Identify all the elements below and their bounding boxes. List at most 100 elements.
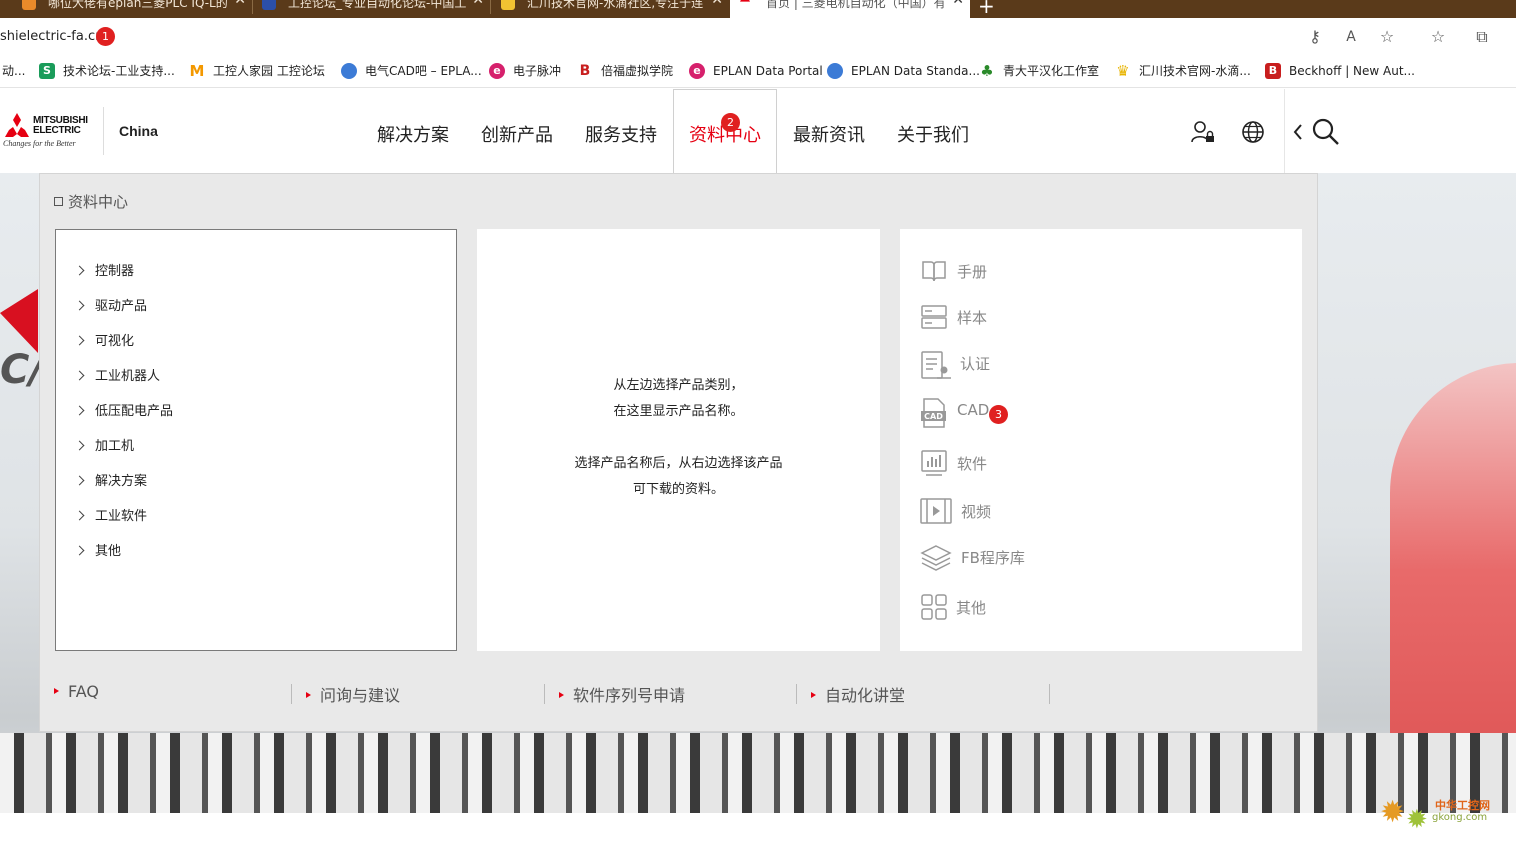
resource-type-panel: 手册 样本 认证 CAD CAD 3 软件 视频 FB程序库 其他 [900,229,1302,651]
search-icon[interactable] [1311,117,1341,147]
hero-machine-strip [0,733,1516,813]
bookmark-item[interactable]: 电气CAD吧 – EPLA... [341,63,482,79]
hint-text: 选择产品名称后，从右边选择该产品 [574,456,783,471]
tab-favicon-icon [22,0,36,10]
hero-red-shape [0,289,38,353]
nav-item-products[interactable]: 创新产品 [481,121,553,147]
category-item[interactable]: 工业软件 [74,505,147,524]
add-favorite-icon[interactable]: ☆ [1377,27,1397,47]
bookmark-item[interactable]: B Beckhoff | New Aut... [1265,63,1415,79]
chevron-left-icon[interactable] [1292,122,1304,142]
footer-divider [544,684,545,704]
tab-title: 哪位大佬有eplan三菱PLC IQ-L的 [48,0,228,10]
close-tab-icon[interactable]: ✕ [952,0,964,7]
svg-text:CAD: CAD [924,412,943,421]
page-bottom-area [0,813,1516,850]
chevron-right-icon [74,265,85,276]
bookmark-e-icon: e [489,63,505,79]
bookmark-item[interactable]: S 技术论坛-工业支持... [39,63,175,79]
favorites-icon[interactable]: ☆ [1428,27,1448,47]
category-item[interactable]: 驱动产品 [74,295,147,314]
gear-icon: ✹ [1406,805,1428,835]
annotation-badge: 1 [96,27,115,46]
bookmark-item[interactable]: EPLAN Data Standa... [827,63,980,79]
bookmark-item[interactable]: ♛ 汇川技术官网-水滴... [1115,63,1251,79]
category-item[interactable]: 工业机器人 [74,365,160,384]
read-aloud-icon[interactable]: A [1341,27,1361,47]
chevron-right-icon [74,510,85,521]
category-item[interactable]: 解决方案 [74,470,147,489]
hint-text: 从左边选择产品类别， [613,378,744,393]
region-label[interactable]: China [119,123,158,139]
certificate-icon [921,351,951,379]
bookmark-item[interactable]: 动... [2,63,25,79]
bookmark-item[interactable]: e EPLAN Data Portal [689,63,823,79]
new-tab-button[interactable]: + [978,0,995,18]
red-triangle-icon [811,692,816,698]
chevron-right-icon [74,475,85,486]
bookmark-globe-icon [827,63,843,79]
bookmark-item[interactable]: M 工控人家园 工控论坛 [189,63,325,79]
user-login-icon[interactable] [1190,119,1216,145]
red-triangle-icon [559,692,564,698]
hint-text: 在这里显示产品名称。 [613,404,744,419]
video-icon [920,498,952,524]
nav-item-about[interactable]: 关于我们 [897,121,969,147]
annotation-badge: 2 [721,113,740,132]
tab-title: 汇川技术官网-水滴社区,专注于连 [527,0,704,10]
bookmark-m-icon: M [189,62,205,80]
address-bar: shielectric-fa.cn 1 ⚷ A ☆ ☆ ⧉ [0,18,1516,54]
nav-item-news[interactable]: 最新资讯 [793,121,865,147]
gkong-watermark: ✹ ✹ 中华工控网 gkong.com [1380,793,1510,843]
chevron-right-icon [74,440,85,451]
url-text[interactable]: shielectric-fa.cn [0,29,103,44]
bookmark-item[interactable]: B 倍福虚拟学院 [577,63,673,79]
chevron-right-icon [74,545,85,556]
close-tab-icon[interactable]: ✕ [711,0,723,7]
chevron-right-icon [74,335,85,346]
bookmark-item[interactable]: ♣ 青大平汉化工作室 [979,63,1099,79]
footer-link-serial-number[interactable]: 软件序列号申请 [559,682,685,706]
dropdown-footer-links: FAQ 问询与建议 软件序列号申请 自动化讲堂 [54,682,1054,706]
globe-icon[interactable] [1241,120,1265,144]
nav-item-service[interactable]: 服务支持 [585,121,657,147]
bookmark-e-icon: e [689,63,705,79]
tab-favicon-icon [262,0,276,10]
gear-icon: ✹ [1380,795,1406,830]
category-panel: 控制器 驱动产品 可视化 工业机器人 低压配电产品 加工机 解决方案 工业软件 … [55,229,457,651]
footer-link-inquiry[interactable]: 问询与建议 [306,682,400,706]
category-item[interactable]: 控制器 [74,260,134,279]
key-icon[interactable]: ⚷ [1305,27,1325,47]
collections-icon[interactable]: ⧉ [1472,27,1492,47]
software-icon [921,450,947,476]
category-item[interactable]: 低压配电产品 [74,400,173,419]
bookmark-item[interactable]: e 电子脉冲 [489,63,561,79]
category-item[interactable]: 加工机 [74,435,134,454]
footer-link-faq[interactable]: FAQ [54,682,99,701]
category-item[interactable]: 可视化 [74,330,134,349]
square-bullet-icon [54,197,63,206]
bookmark-b-icon: B [1265,63,1281,79]
header-divider [1284,89,1285,173]
footer-link-automation-lecture[interactable]: 自动化讲堂 [811,682,905,706]
footer-divider [796,684,797,704]
watermark-text: 中华工控网 [1435,799,1490,812]
chevron-right-icon [74,300,85,311]
cad-icon: CAD [921,398,946,428]
logo-tagline: Changes for the Better [3,139,76,148]
bookmarks-bar: 动... S 技术论坛-工业支持... M 工控人家园 工控论坛 电气CAD吧 – … [0,54,1516,88]
nav-item-solutions[interactable]: 解决方案 [377,121,449,147]
bookmark-tree-icon: ♣ [979,62,995,80]
dropdown-title: 资料中心 [54,191,128,212]
footer-divider [1049,684,1050,704]
browser-tab-active[interactable]: ▲ 首页 | 三菱电机自动化（中国）有 ✕ [730,0,970,18]
logo-text-line2: ELECTRIC [33,125,81,136]
hero-letter-decoration: C/ [0,347,44,393]
mitsubishi-logo[interactable]: MITSUBISHI ELECTRIC Changes for the Bett… [3,113,91,153]
browser-tab[interactable]: 工控论坛_专业自动化论坛-中国工 ✕ [240,0,490,18]
tab-title: 首页 | 三菱电机自动化（中国）有 [766,0,946,10]
browser-tab[interactable]: 汇川技术官网-水滴社区,专注于连 ✕ [479,0,729,18]
site-header: MITSUBISHI ELECTRIC Changes for the Bett… [0,89,1516,174]
category-item[interactable]: 其他 [74,540,121,559]
browser-tab[interactable]: 哪位大佬有eplan三菱PLC IQ-L的 ✕ [0,0,252,18]
